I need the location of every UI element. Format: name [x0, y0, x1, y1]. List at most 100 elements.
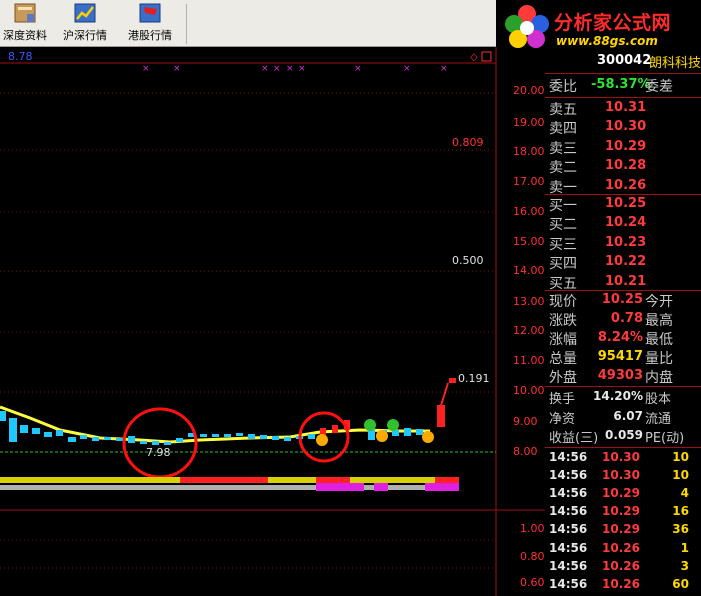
bid-price: 10.21: [605, 273, 647, 289]
bid-row: 买三 10.23: [545, 234, 701, 253]
tick-row: 14:56 10.26 60: [545, 577, 701, 595]
stat-label-2: 今开: [645, 294, 673, 310]
signal-marks: × × × × × × × × ×: [142, 64, 448, 74]
tick-row: 14:56 10.29 16: [545, 504, 701, 522]
tick-volume: 16: [672, 504, 689, 519]
flag-icon: [139, 3, 161, 23]
grid-lines: [0, 92, 496, 569]
stat-label: 现价: [549, 294, 577, 310]
finance-value: 0.059: [605, 428, 643, 442]
shsz-market-label: 沪深行情: [63, 29, 107, 42]
stat-row: 外盘 49303 内盘: [545, 367, 701, 386]
stat-row: 涨幅 8.24% 最低: [545, 329, 701, 348]
chart-icon: [74, 3, 96, 23]
finance-label: 净资: [549, 411, 576, 427]
tick-time: 14:56: [549, 486, 588, 501]
tick-volume: 36: [672, 522, 689, 537]
site-logo: 分析家公式网 www.88gs.com: [496, 0, 701, 52]
bid-label: 买一: [549, 198, 577, 214]
book-icon: [14, 3, 36, 23]
tick-time: 14:56: [549, 504, 588, 519]
ask-price: 10.28: [605, 158, 647, 174]
tick-price: 10.30: [602, 450, 640, 464]
low-price-label: 7.98: [146, 446, 171, 459]
finance-label-2: 流通: [645, 411, 672, 427]
shsz-market-button[interactable]: 沪深行情: [55, 0, 115, 46]
bid-row: 买二 10.24: [545, 214, 701, 233]
finance-label-2: 股本: [645, 392, 672, 407]
svg-text:×: ×: [440, 64, 448, 74]
stock-code: 300042: [597, 53, 652, 68]
ask-row: 卖三 10.29: [545, 138, 701, 157]
weicha-label: 委差: [645, 79, 673, 95]
chart-top-value: 8.78: [8, 50, 33, 63]
ask-label: 卖三: [549, 140, 577, 157]
stat-value: 8.24%: [597, 330, 643, 345]
finance-row: 换手 14.20% 股本: [545, 388, 701, 407]
tick-row: 14:56 10.29 4: [545, 486, 701, 504]
finance-label: 换手: [549, 392, 576, 407]
fib-0500-label: 0.500: [452, 254, 484, 267]
ask-row: 卖二 10.28: [545, 157, 701, 176]
ask-price: 10.31: [605, 100, 647, 115]
bid-price: 10.25: [605, 196, 647, 211]
logo-url: www.88gs.com: [556, 34, 658, 48]
tick-volume: 4: [680, 486, 689, 501]
panel-divider: [545, 73, 701, 74]
stat-row: 现价 10.25 今开: [545, 291, 701, 310]
ask-row: 卖一 10.26: [545, 177, 701, 196]
stat-value: 10.25: [601, 292, 643, 307]
weibi-label: 委比: [549, 79, 577, 95]
finance-value: 6.07: [613, 408, 643, 423]
weibi-row: 委比 -58.37% 委差: [545, 76, 701, 95]
tick-row: 14:56 10.30 10: [545, 450, 701, 468]
stat-label: 外盘: [549, 370, 577, 386]
tick-price: 10.29: [602, 504, 640, 519]
bid-row: 买一 10.25: [545, 195, 701, 214]
weibi-value: -58.37%: [591, 77, 651, 92]
tick-volume: 3: [680, 558, 689, 573]
bid-label: 买三: [549, 236, 577, 253]
ask-label: 卖四: [549, 121, 577, 138]
fib-0191-label: 0.191: [458, 372, 490, 385]
tick-time: 14:56: [549, 576, 588, 591]
price-chart[interactable]: × × × × × × × × × ◇: [0, 47, 545, 596]
svg-text:×: ×: [173, 64, 181, 74]
quote-panel: 300042 朗科科技 委比 -58.37% 委差 卖五 10.31 卖四 10.30…: [545, 52, 701, 596]
finance-row: 净资 6.07 流通: [545, 408, 701, 427]
ask-row: 卖四 10.30: [545, 118, 701, 137]
signal-bars: [0, 477, 459, 491]
tick-volume: 10: [672, 468, 689, 483]
toolbar: 深度资料 沪深行情 港股行情: [0, 0, 496, 47]
stat-label-2: 最低: [645, 332, 673, 348]
stat-value: 49303: [597, 368, 643, 383]
bid-price: 10.23: [605, 234, 647, 250]
toolbar-divider: [186, 4, 187, 44]
hk-market-button[interactable]: 港股行情: [120, 0, 180, 46]
bid-label: 买四: [549, 256, 577, 273]
flower-logo-icon: [505, 5, 549, 48]
stat-value: 95417: [597, 349, 643, 364]
stat-label-2: 内盘: [645, 370, 673, 386]
tick-time: 14:56: [549, 468, 588, 483]
tick-volume: 10: [672, 450, 689, 464]
stat-label-2: 最高: [645, 313, 673, 329]
svg-text:×: ×: [298, 64, 306, 74]
tick-time: 14:56: [549, 450, 588, 464]
svg-text:×: ×: [273, 64, 281, 74]
stat-label: 涨跌: [549, 313, 577, 329]
svg-text:×: ×: [354, 64, 362, 74]
bid-label: 买二: [549, 217, 577, 234]
tick-price: 10.29: [602, 486, 640, 501]
stat-value: 0.78: [610, 311, 643, 326]
stat-label: 总量: [549, 351, 577, 367]
tick-row: 14:56 10.30 10: [545, 468, 701, 486]
finance-label-2: PE(动): [645, 431, 685, 446]
logo-title: 分析家公式网: [554, 12, 672, 34]
tick-volume: 1: [680, 540, 689, 555]
stat-label: 涨幅: [549, 332, 577, 348]
svg-text:×: ×: [403, 64, 411, 74]
tick-price: 10.30: [602, 468, 640, 483]
depth-info-button[interactable]: 深度资料: [0, 0, 50, 46]
bid-price: 10.24: [605, 215, 647, 231]
